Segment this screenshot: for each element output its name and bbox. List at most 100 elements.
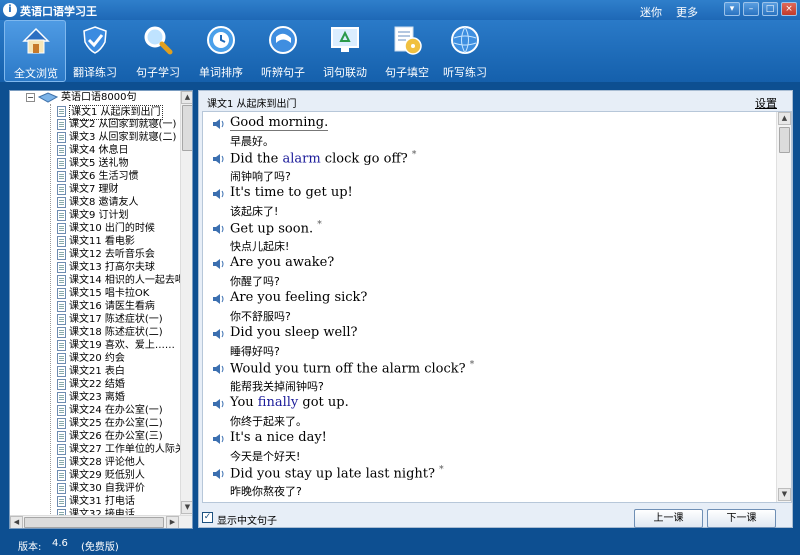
tree-item-lesson[interactable]: 课文1 从起床到出门 (10, 105, 180, 120)
tree-horizontal-scrollbar[interactable]: ◀ ▶ (10, 515, 192, 528)
tree-item-lesson[interactable]: 课文22 结婚 (10, 378, 180, 391)
speaker-icon[interactable] (212, 223, 226, 235)
tool-sentence-fill-blank[interactable]: 句子填空 (376, 20, 438, 82)
prev-lesson-button[interactable]: 上一课 (634, 509, 703, 528)
tree-item-lesson[interactable]: 课文2 从回家到就寝(一) (10, 118, 180, 131)
tool-word-ordering[interactable]: 单词排序 (190, 20, 252, 82)
scroll-left-icon[interactable]: ◀ (10, 516, 23, 528)
scroll-down-icon[interactable]: ▼ (778, 488, 791, 501)
tree-item-lesson[interactable]: 课文11 看电影 (10, 235, 180, 248)
scroll-thumb[interactable] (24, 517, 164, 528)
english-sentence[interactable]: Are you feeling sick? (230, 290, 367, 305)
tree-item-lesson[interactable]: 课文14 相识的人一起去喝 (10, 274, 185, 287)
tree-item-lesson[interactable]: 课文26 在办公室(三) (10, 430, 180, 443)
tool-dictation-practice[interactable]: 听写练习 (434, 20, 496, 82)
version-label: 版本: (18, 542, 42, 553)
english-sentence[interactable]: Good morning. (230, 115, 329, 131)
english-sentence[interactable]: Did the alarm clock go off? * (230, 150, 416, 166)
show-chinese-checkbox[interactable]: ✓ (202, 512, 213, 523)
tree-root-item[interactable]: − 英语口语8000句 (10, 91, 180, 105)
tree-item-lesson[interactable]: 课文9 订计划 (10, 209, 180, 222)
speaker-icon[interactable] (212, 293, 226, 305)
tree-item-lesson[interactable]: 课文6 生活习惯 (10, 170, 180, 183)
tree-item-lesson[interactable]: 课文18 陈述症状(二) (10, 326, 180, 339)
tool-listen-sentences[interactable]: 听辨句子 (252, 20, 314, 82)
settings-link[interactable]: 设置 (755, 95, 777, 111)
speaker-icon[interactable] (212, 433, 226, 445)
tree-item-lesson[interactable]: 课文25 在办公室(二) (10, 417, 180, 430)
tree-item-lesson[interactable]: 课文3 从回家到就寝(二) (10, 131, 180, 144)
tool-translation-practice[interactable]: 翻译练习 (64, 20, 126, 82)
speaker-icon[interactable] (212, 328, 226, 340)
tree-item-lesson[interactable]: 课文27 工作单位的人际关 (10, 443, 185, 456)
tree-item-lesson[interactable]: 课文5 送礼物 (10, 157, 180, 170)
tree-item-lesson[interactable]: 课文13 打高尔夫球 (10, 261, 180, 274)
tree-item-lesson[interactable]: 课文19 喜欢、爱上…… (10, 339, 180, 352)
tree-vertical-scrollbar[interactable]: ▲ ▼ (180, 91, 192, 515)
tree-item-lesson[interactable]: 课文20 约会 (10, 352, 180, 365)
tree-item-lesson[interactable]: 课文17 陈述症状(一) (10, 313, 180, 326)
menu-dropdown-icon[interactable]: ▾ (724, 2, 740, 16)
document-icon (57, 470, 66, 481)
english-sentence[interactable]: It's time to get up! (230, 185, 353, 200)
tree-item-lesson[interactable]: 课文8 邀请友人 (10, 196, 180, 209)
window-title: 英语口语学习王 (20, 5, 97, 18)
tree-item-lesson[interactable]: 课文31 打电话 (10, 495, 180, 508)
tree-item-lesson[interactable]: 课文30 自我评价 (10, 482, 180, 495)
tree-item-label: 课文9 订计划 (69, 210, 129, 221)
tool-full-text-browse[interactable]: 全文浏览 (4, 20, 66, 82)
speaker-icon[interactable] (212, 188, 226, 200)
tree-item-lesson[interactable]: 课文10 出门的时候 (10, 222, 180, 235)
document-icon (57, 496, 66, 507)
tree-item-label: 课文21 表白 (69, 366, 125, 377)
english-sentence[interactable]: You finally got up. (230, 395, 349, 410)
play-disc-icon (269, 26, 297, 54)
tree-item-lesson[interactable]: 课文15 唱卡拉OK (10, 287, 180, 300)
speaker-icon[interactable] (212, 363, 226, 375)
tree-item-label: 课文3 从回家到就寝(二) (69, 132, 177, 143)
english-sentence[interactable]: It's a nice day! (230, 430, 327, 445)
scroll-thumb[interactable] (182, 105, 192, 151)
tree-item-lesson[interactable]: 课文23 离婚 (10, 391, 180, 404)
content-vertical-scrollbar[interactable]: ▲ ▼ (776, 112, 791, 502)
english-sentence[interactable]: Get up soon. * (230, 220, 322, 236)
english-sentence[interactable]: Would you turn off the alarm clock? * (230, 360, 474, 376)
maximize-icon[interactable]: □ (762, 2, 778, 16)
english-sentence[interactable]: Did you stay up late last night? * (230, 465, 444, 481)
tree-item-lesson[interactable]: 课文4 休息日 (10, 144, 180, 157)
scroll-down-icon[interactable]: ▼ (181, 501, 192, 514)
tree-item-lesson[interactable]: 课文16 请医生看病 (10, 300, 180, 313)
tool-word-sentence-link[interactable]: 词句联动 (314, 20, 376, 82)
sentence-text: It's a nice day! (230, 430, 327, 445)
speaker-icon[interactable] (212, 398, 226, 410)
collapse-icon[interactable]: − (26, 93, 35, 102)
tree-item-label: 课文5 送礼物 (69, 158, 129, 169)
minimize-icon[interactable]: – (743, 2, 759, 16)
scroll-thumb[interactable] (779, 127, 790, 153)
tree-item-lesson[interactable]: 课文29 贬低别人 (10, 469, 180, 482)
tool-sentence-learning[interactable]: 句子学习 (127, 20, 189, 82)
english-sentence[interactable]: Are you awake? (230, 255, 334, 270)
main-toolbar: 全文浏览 翻译练习 句子学习 单词排序 听辨句子 词句联动 句子填空 听写练习 (0, 20, 800, 82)
tree-item-lesson[interactable]: 课文7 理财 (10, 183, 180, 196)
tree-item-lesson[interactable]: 课文24 在办公室(一) (10, 404, 180, 417)
scroll-up-icon[interactable]: ▲ (181, 91, 192, 104)
document-icon (57, 210, 66, 221)
tree-item-lesson[interactable]: 课文21 表白 (10, 365, 180, 378)
speaker-icon[interactable] (212, 118, 226, 130)
close-icon[interactable]: × (781, 2, 797, 16)
document-icon (57, 236, 66, 247)
next-lesson-button[interactable]: 下一课 (707, 509, 776, 528)
tree-item-lesson[interactable]: 课文12 去听音乐会 (10, 248, 180, 261)
tree-item-lesson[interactable]: 课文28 评论他人 (10, 456, 180, 469)
speaker-icon[interactable] (212, 153, 226, 165)
mini-mode-link[interactable]: 迷你 (640, 4, 662, 20)
speaker-icon[interactable] (212, 468, 226, 480)
document-icon (57, 262, 66, 273)
scroll-right-icon[interactable]: ▶ (166, 516, 179, 528)
english-sentence[interactable]: Did you sleep well? (230, 325, 358, 340)
scroll-up-icon[interactable]: ▲ (778, 112, 791, 125)
speaker-icon[interactable] (212, 258, 226, 270)
more-link[interactable]: 更多 (676, 4, 698, 20)
tree-item-label: 课文24 在办公室(一) (69, 405, 163, 416)
